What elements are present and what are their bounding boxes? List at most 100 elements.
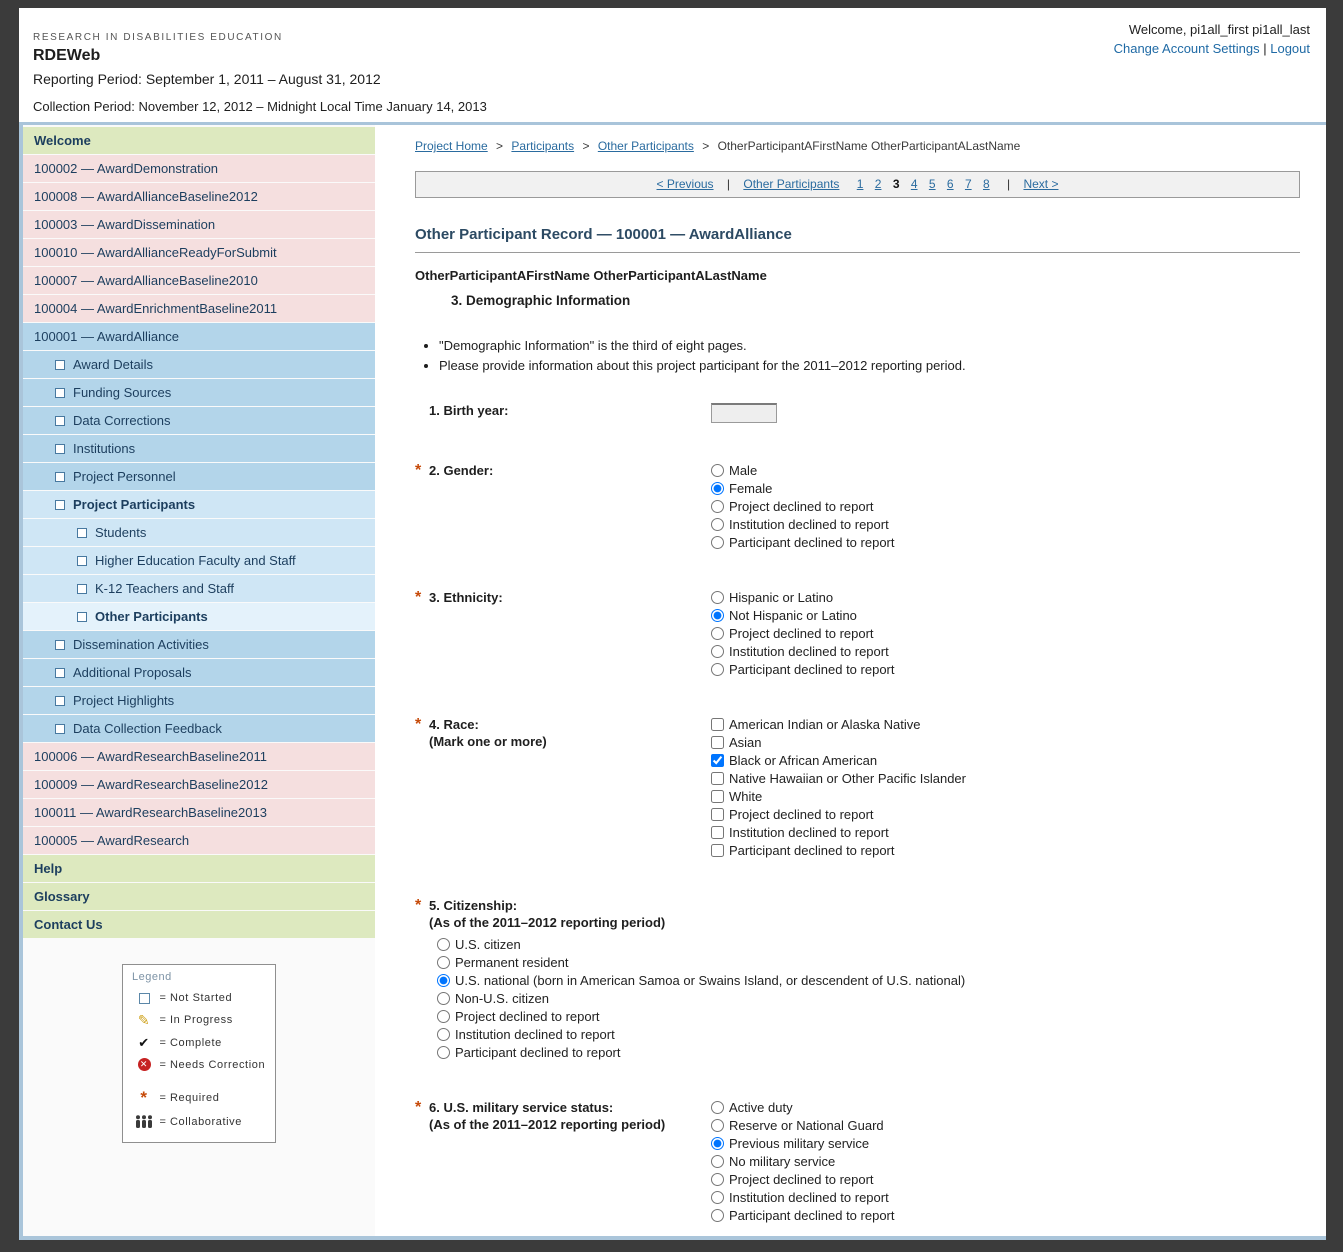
- sidebar-item-100008[interactable]: 100008 — AwardAllianceBaseline2012: [23, 183, 375, 210]
- race-checkbox[interactable]: [711, 790, 724, 803]
- sidebar-item-contact-us[interactable]: Contact Us: [23, 911, 375, 938]
- military-service-radio[interactable]: [711, 1209, 724, 1222]
- military-service-radio[interactable]: [711, 1191, 724, 1204]
- gender-option[interactable]: Male: [711, 463, 894, 478]
- change-account-settings-link[interactable]: Change Account Settings: [1114, 41, 1260, 56]
- previous-page-link[interactable]: < Previous: [657, 177, 714, 191]
- page-link-7[interactable]: 7: [965, 177, 972, 191]
- gender-radio[interactable]: [711, 500, 724, 513]
- citizenship-radio[interactable]: [437, 992, 450, 1005]
- gender-option[interactable]: Project declined to report: [711, 499, 894, 514]
- sidebar-item-data-corrections[interactable]: Data Corrections: [23, 407, 375, 434]
- sidebar-item-100007[interactable]: 100007 — AwardAllianceBaseline2010: [23, 267, 375, 294]
- ethnicity-option[interactable]: Participant declined to report: [711, 662, 894, 677]
- citizenship-option[interactable]: U.S. citizen: [437, 937, 1300, 952]
- citizenship-option[interactable]: U.S. national (born in American Samoa or…: [437, 973, 1300, 988]
- page-link-6[interactable]: 6: [947, 177, 954, 191]
- ethnicity-radio[interactable]: [711, 591, 724, 604]
- sidebar-item-k12-teachers-staff[interactable]: K-12 Teachers and Staff: [23, 575, 375, 602]
- sidebar-item-100004[interactable]: 100004 — AwardEnrichmentBaseline2011: [23, 295, 375, 322]
- citizenship-radio[interactable]: [437, 1046, 450, 1059]
- sidebar-item-welcome[interactable]: Welcome: [23, 127, 375, 154]
- breadcrumb-participants-link[interactable]: Participants: [511, 139, 574, 153]
- citizenship-option[interactable]: Project declined to report: [437, 1009, 1300, 1024]
- citizenship-radio[interactable]: [437, 1028, 450, 1041]
- race-option[interactable]: Project declined to report: [711, 807, 966, 822]
- race-option[interactable]: Asian: [711, 735, 966, 750]
- sidebar-item-students[interactable]: Students: [23, 519, 375, 546]
- citizenship-radio[interactable]: [437, 938, 450, 951]
- page-link-5[interactable]: 5: [929, 177, 936, 191]
- sidebar-item-award-details[interactable]: Award Details: [23, 351, 375, 378]
- sidebar-item-100011[interactable]: 100011 — AwardResearchBaseline2013: [23, 799, 375, 826]
- ethnicity-radio[interactable]: [711, 663, 724, 676]
- race-option[interactable]: American Indian or Alaska Native: [711, 717, 966, 732]
- citizenship-option[interactable]: Participant declined to report: [437, 1045, 1300, 1060]
- sidebar-item-project-highlights[interactable]: Project Highlights: [23, 687, 375, 714]
- citizenship-radio[interactable]: [437, 974, 450, 987]
- citizenship-option[interactable]: Institution declined to report: [437, 1027, 1300, 1042]
- military-service-option[interactable]: Previous military service: [711, 1136, 894, 1151]
- birth-year-input[interactable]: [711, 403, 777, 423]
- military-service-radio[interactable]: [711, 1137, 724, 1150]
- race-option[interactable]: Participant declined to report: [711, 843, 966, 858]
- military-service-radio[interactable]: [711, 1173, 724, 1186]
- race-checkbox[interactable]: [711, 718, 724, 731]
- sidebar-item-100009[interactable]: 100009 — AwardResearchBaseline2012: [23, 771, 375, 798]
- race-option[interactable]: Native Hawaiian or Other Pacific Islande…: [711, 771, 966, 786]
- race-option[interactable]: Black or African American: [711, 753, 966, 768]
- breadcrumb-other-participants-link[interactable]: Other Participants: [598, 139, 694, 153]
- ethnicity-radio[interactable]: [711, 627, 724, 640]
- race-checkbox[interactable]: [711, 754, 724, 767]
- ethnicity-radio[interactable]: [711, 609, 724, 622]
- sidebar-item-data-collection-feedback[interactable]: Data Collection Feedback: [23, 715, 375, 742]
- logout-link[interactable]: Logout: [1270, 41, 1310, 56]
- gender-radio[interactable]: [711, 464, 724, 477]
- race-option[interactable]: Institution declined to report: [711, 825, 966, 840]
- sidebar-item-funding-sources[interactable]: Funding Sources: [23, 379, 375, 406]
- ethnicity-radio[interactable]: [711, 645, 724, 658]
- gender-radio[interactable]: [711, 482, 724, 495]
- military-service-radio[interactable]: [711, 1101, 724, 1114]
- race-checkbox[interactable]: [711, 808, 724, 821]
- page-link-8[interactable]: 8: [983, 177, 990, 191]
- military-service-option[interactable]: Participant declined to report: [711, 1208, 894, 1223]
- race-checkbox[interactable]: [711, 772, 724, 785]
- military-service-radio[interactable]: [711, 1155, 724, 1168]
- military-service-option[interactable]: Project declined to report: [711, 1172, 894, 1187]
- sidebar-item-help[interactable]: Help: [23, 855, 375, 882]
- gender-option[interactable]: Female: [711, 481, 894, 496]
- ethnicity-option[interactable]: Hispanic or Latino: [711, 590, 894, 605]
- page-link-1[interactable]: 1: [857, 177, 864, 191]
- other-participants-link[interactable]: Other Participants: [743, 177, 839, 191]
- citizenship-option[interactable]: Non-U.S. citizen: [437, 991, 1300, 1006]
- page-link-2[interactable]: 2: [875, 177, 882, 191]
- sidebar-item-higher-ed-faculty-staff[interactable]: Higher Education Faculty and Staff: [23, 547, 375, 574]
- military-service-option[interactable]: Institution declined to report: [711, 1190, 894, 1205]
- ethnicity-option[interactable]: Project declined to report: [711, 626, 894, 641]
- breadcrumb-project-home-link[interactable]: Project Home: [415, 139, 488, 153]
- sidebar-item-project-participants[interactable]: Project Participants: [23, 491, 375, 518]
- sidebar-item-100001[interactable]: 100001 — AwardAlliance: [23, 323, 375, 350]
- sidebar-item-dissemination-activities[interactable]: Dissemination Activities: [23, 631, 375, 658]
- sidebar-item-100002[interactable]: 100002 — AwardDemonstration: [23, 155, 375, 182]
- gender-option[interactable]: Participant declined to report: [711, 535, 894, 550]
- gender-option[interactable]: Institution declined to report: [711, 517, 894, 532]
- race-option[interactable]: White: [711, 789, 966, 804]
- sidebar-item-100003[interactable]: 100003 — AwardDissemination: [23, 211, 375, 238]
- military-service-option[interactable]: Active duty: [711, 1100, 894, 1115]
- gender-radio[interactable]: [711, 518, 724, 531]
- citizenship-radio[interactable]: [437, 1010, 450, 1023]
- sidebar-item-institutions[interactable]: Institutions: [23, 435, 375, 462]
- sidebar-item-additional-proposals[interactable]: Additional Proposals: [23, 659, 375, 686]
- sidebar-item-100010[interactable]: 100010 — AwardAllianceReadyForSubmit: [23, 239, 375, 266]
- military-service-option[interactable]: No military service: [711, 1154, 894, 1169]
- race-checkbox[interactable]: [711, 736, 724, 749]
- sidebar-item-glossary[interactable]: Glossary: [23, 883, 375, 910]
- citizenship-radio[interactable]: [437, 956, 450, 969]
- race-checkbox[interactable]: [711, 844, 724, 857]
- citizenship-option[interactable]: Permanent resident: [437, 955, 1300, 970]
- gender-radio[interactable]: [711, 536, 724, 549]
- sidebar-item-100005[interactable]: 100005 — AwardResearch: [23, 827, 375, 854]
- sidebar-item-100006[interactable]: 100006 — AwardResearchBaseline2011: [23, 743, 375, 770]
